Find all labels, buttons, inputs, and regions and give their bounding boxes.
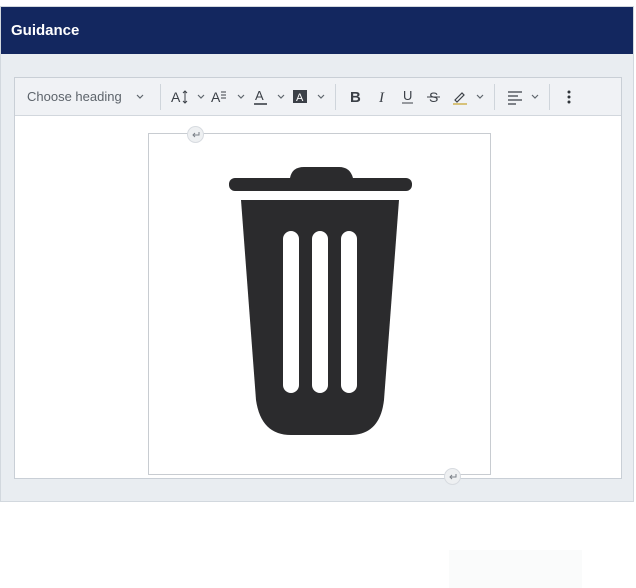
italic-icon: I [378, 90, 385, 106]
align-icon [508, 90, 522, 105]
heading-select[interactable]: Choose heading [15, 82, 153, 112]
heading-select-label: Choose heading [27, 89, 122, 104]
trash-can-icon [229, 167, 412, 435]
font-background-dropdown-icon[interactable] [316, 85, 326, 109]
italic-button[interactable]: I [371, 85, 393, 109]
rich-text-editor[interactable]: Choose heading A A A A B I U S [14, 77, 622, 588]
font-color-button[interactable]: A [250, 85, 272, 109]
toolbar-separator [160, 83, 161, 110]
svg-text:B: B [350, 89, 361, 106]
panel-header: Guidance [1, 7, 633, 54]
panel-title: Guidance [11, 22, 80, 39]
font-background-icon: A [293, 89, 307, 104]
font-color-icon: A [254, 88, 267, 105]
svg-text:U: U [403, 88, 412, 103]
font-family-dropdown-icon[interactable] [236, 85, 246, 109]
svg-text:I: I [378, 90, 385, 106]
highlight-icon [453, 91, 467, 105]
insert-paragraph-before-handle[interactable] [187, 126, 204, 143]
return-arrow-icon [448, 473, 456, 479]
toolbar-separator [335, 83, 336, 110]
svg-text:A: A [211, 89, 221, 105]
vertical-dots-icon [567, 90, 571, 103]
font-family-icon: A [211, 89, 226, 105]
image-caption-placeholder [449, 550, 582, 588]
font-color-dropdown-icon[interactable] [276, 85, 286, 109]
alignment-group [502, 85, 542, 109]
guidance-panel: Guidance Choose heading A A A A B I U S [0, 6, 634, 588]
svg-text:A: A [296, 92, 304, 104]
font-family-button[interactable]: A [210, 85, 232, 109]
strikethrough-button[interactable]: S [423, 85, 445, 109]
chevron-down-icon [136, 93, 144, 101]
toolbar-separator [549, 83, 550, 110]
embedded-image-frame[interactable] [148, 133, 582, 588]
font-size-dropdown-icon[interactable] [196, 85, 206, 109]
svg-text:A: A [255, 88, 264, 103]
bold-icon: B [350, 89, 361, 106]
toolbar-separator [494, 83, 495, 110]
highlight-dropdown-icon[interactable] [475, 85, 485, 109]
underline-button[interactable]: U [397, 85, 419, 109]
more-options-button[interactable] [561, 85, 577, 109]
underline-icon: U [402, 88, 413, 103]
insert-paragraph-after-handle[interactable] [444, 468, 461, 485]
font-style-group: A A A A [168, 85, 328, 109]
font-size-button[interactable]: A [170, 85, 192, 109]
bold-button[interactable]: B [345, 85, 367, 109]
align-button[interactable] [504, 85, 526, 109]
editor-toolbar: Choose heading A A A A B I U S [15, 78, 621, 116]
align-dropdown-icon[interactable] [530, 85, 540, 109]
strikethrough-icon: S [427, 89, 440, 105]
svg-text:A: A [171, 89, 181, 105]
formatting-group: B I U S [343, 85, 487, 109]
return-arrow-icon [191, 131, 199, 137]
font-background-button[interactable]: A [290, 85, 312, 109]
highlight-button[interactable] [449, 85, 471, 109]
font-size-icon: A [171, 89, 188, 105]
